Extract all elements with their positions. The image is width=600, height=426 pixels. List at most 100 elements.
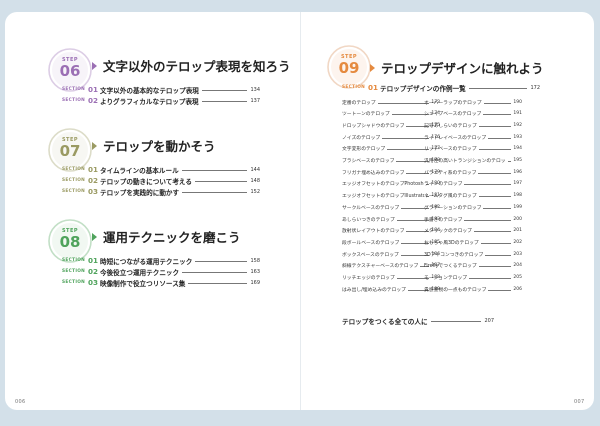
example-title: ブラシベースのテロップ	[342, 159, 395, 164]
leader-dots	[478, 172, 512, 174]
page-number: 137	[250, 97, 260, 104]
page-number: 191	[513, 111, 522, 117]
leader-dots	[194, 181, 248, 182]
leader-dots	[485, 254, 512, 256]
page-number: 201	[513, 228, 522, 234]
example-list-item[interactable]: 3Dアイコンつきのテロップ 203	[424, 250, 522, 258]
page-number: 134	[250, 86, 260, 93]
page-number: 198	[513, 193, 522, 199]
example-title: あしらいつきのテロップ	[342, 217, 395, 223]
page-number: 204	[513, 263, 522, 269]
example-title: オーバーラップのテロップ	[424, 100, 482, 106]
example-title: 文字変形のテロップ	[342, 147, 386, 153]
example-list-item[interactable]: グラデーションのテロップ 199	[424, 203, 522, 211]
step-number: 09	[338, 59, 360, 77]
example-list-item[interactable]: オーバーラップのテロップ 190	[424, 98, 522, 106]
example-list-item[interactable]: ラインのテロップ 197	[424, 180, 522, 188]
page-number: 202	[513, 239, 522, 245]
page-number: 148	[250, 177, 260, 184]
example-title: ツートーンのテロップ	[342, 112, 390, 118]
page-number: 152	[250, 188, 260, 195]
example-list-item[interactable]: リッチベースのテロップ 194	[424, 145, 522, 153]
chapter-title-08[interactable]: 運用テクニックを磨こう	[92, 227, 241, 246]
example-title: シェイプベースのテロップ	[424, 112, 482, 118]
chapter-title-07[interactable]: テロップを動かそう	[92, 136, 216, 155]
example-title: 貴感重視の一点ものテロップ	[424, 287, 487, 293]
example-title: ラインのテロップ	[424, 182, 463, 188]
leader-dots	[464, 219, 512, 221]
leader-dots	[488, 137, 512, 139]
section-number: 02	[88, 267, 99, 276]
leader-dots	[377, 102, 430, 104]
toc-section-06-01[interactable]: SECTION 01 文字以外の基本的なテロップ表現 134	[62, 85, 260, 95]
example-list-item[interactable]: シェイプベースのテロップ 191	[424, 110, 522, 118]
example-list-item[interactable]: おもちゃ風3Dのテロップ 202	[424, 238, 522, 246]
section-label: SECTION	[62, 87, 86, 92]
page-number: 163	[250, 268, 260, 275]
chapter-title-06[interactable]: 文字以外のテロップ表現を知ろう	[92, 56, 291, 75]
chapter-title-09[interactable]: テロップデザインに触れよう	[370, 58, 544, 77]
example-title: Fireflyでつくるテロップ	[424, 264, 477, 270]
section-label: SECTION	[62, 189, 86, 194]
example-title: グラデーションのテロップ	[424, 205, 482, 211]
example-list-item[interactable]: ネームタグ風のテロップ 198	[424, 192, 522, 200]
page-number: 200	[513, 216, 522, 222]
example-title: 斜線テクスチャーベースのテロップ	[342, 264, 419, 270]
leader-dots	[473, 231, 512, 233]
chapter-title-text: テロップを動かそう	[103, 139, 216, 154]
toc-section-08-03[interactable]: SECTION 03 映像制作で役立つリソース集 169	[62, 278, 260, 288]
chapter-title-text: 文字以外のテロップ表現を知ろう	[103, 59, 291, 74]
leader-dots	[478, 266, 512, 268]
toc-section-08-01[interactable]: SECTION 01 時短につながる運用テクニック 158	[62, 256, 260, 266]
toc-section-07-02[interactable]: SECTION 02 テロップの動きについて考える 148	[62, 176, 260, 186]
example-title: フリガナ埋め込みのテロップ	[342, 170, 405, 176]
page-number: 194	[513, 146, 522, 152]
page-number: 197	[513, 181, 522, 187]
page-number: 169	[250, 279, 260, 286]
page-number: 193	[513, 134, 522, 140]
example-list-item[interactable]: 記号あしらいのテロップ 192	[424, 121, 522, 129]
example-list-item[interactable]: 手書きのテロップ 200	[424, 215, 522, 223]
leader-dots	[195, 261, 248, 262]
example-title: はみ出し/埋め込みのテロップ	[342, 287, 406, 293]
leader-dots	[182, 192, 248, 193]
toc-section-09-01[interactable]: SECTION 01 テロップデザインの作例一覧 172	[342, 83, 540, 93]
example-list-item[interactable]: 貴感重視の一点ものテロップ 206	[424, 285, 522, 293]
leader-dots	[181, 170, 248, 171]
page-number: 172	[530, 84, 540, 91]
section-label: SECTION	[62, 258, 86, 263]
section-number: 01	[88, 85, 99, 94]
step-number: 06	[59, 62, 81, 80]
page-number: 158	[250, 257, 260, 264]
triangle-icon	[92, 62, 97, 70]
leader-dots	[468, 88, 528, 89]
example-list-item[interactable]: バラエティ系のテロップ 196	[424, 168, 522, 176]
example-list-item[interactable]: モーションテロップ 205	[424, 274, 522, 282]
page-number: 206	[513, 286, 522, 292]
toc-section-07-03[interactable]: SECTION 03 テロップを実践的に動かす 152	[62, 187, 260, 197]
page-number: 195	[513, 158, 522, 163]
section-title: タイムラインの基本ルール	[100, 166, 179, 175]
toc-section-08-02[interactable]: SECTION 02 今後役立つ運用テクニック 163	[62, 267, 260, 277]
toc-footer-entry[interactable]: テロップをつくる全ての人に 207	[342, 316, 494, 326]
example-list-item[interactable]: 汎用性の高いトランジションのテロップ 195	[424, 157, 522, 165]
page-number: 203	[513, 251, 522, 257]
page-number: 207	[484, 317, 494, 324]
section-label: SECTION	[62, 178, 86, 183]
page-number: 144	[250, 166, 260, 173]
triangle-icon	[92, 233, 97, 241]
example-list-item[interactable]: メタリックのテロップ 201	[424, 227, 522, 235]
section-title: 映像制作で役立つリソース集	[100, 279, 186, 288]
example-title: ネームタグ風のテロップ	[424, 194, 477, 200]
leader-dots	[483, 102, 512, 104]
section-label: SECTION	[62, 167, 86, 172]
example-list-item[interactable]: ライトレイベースのテロップ 193	[424, 133, 522, 141]
toc-section-07-01[interactable]: SECTION 01 タイムラインの基本ルール 144	[62, 165, 260, 175]
section-title: 今後役立つ運用テクニック	[100, 268, 180, 277]
example-title: サークルベースのテロップ	[342, 205, 400, 211]
toc-section-06-02[interactable]: SECTION 02 よりグラフィカルなテロップ表現 137	[62, 96, 260, 106]
example-title: 手書きのテロップ	[424, 217, 463, 223]
example-list-item[interactable]: Fireflyでつくるテロップ 204	[424, 262, 522, 270]
section-label: SECTION	[62, 280, 86, 285]
section-number: 01	[368, 83, 379, 92]
